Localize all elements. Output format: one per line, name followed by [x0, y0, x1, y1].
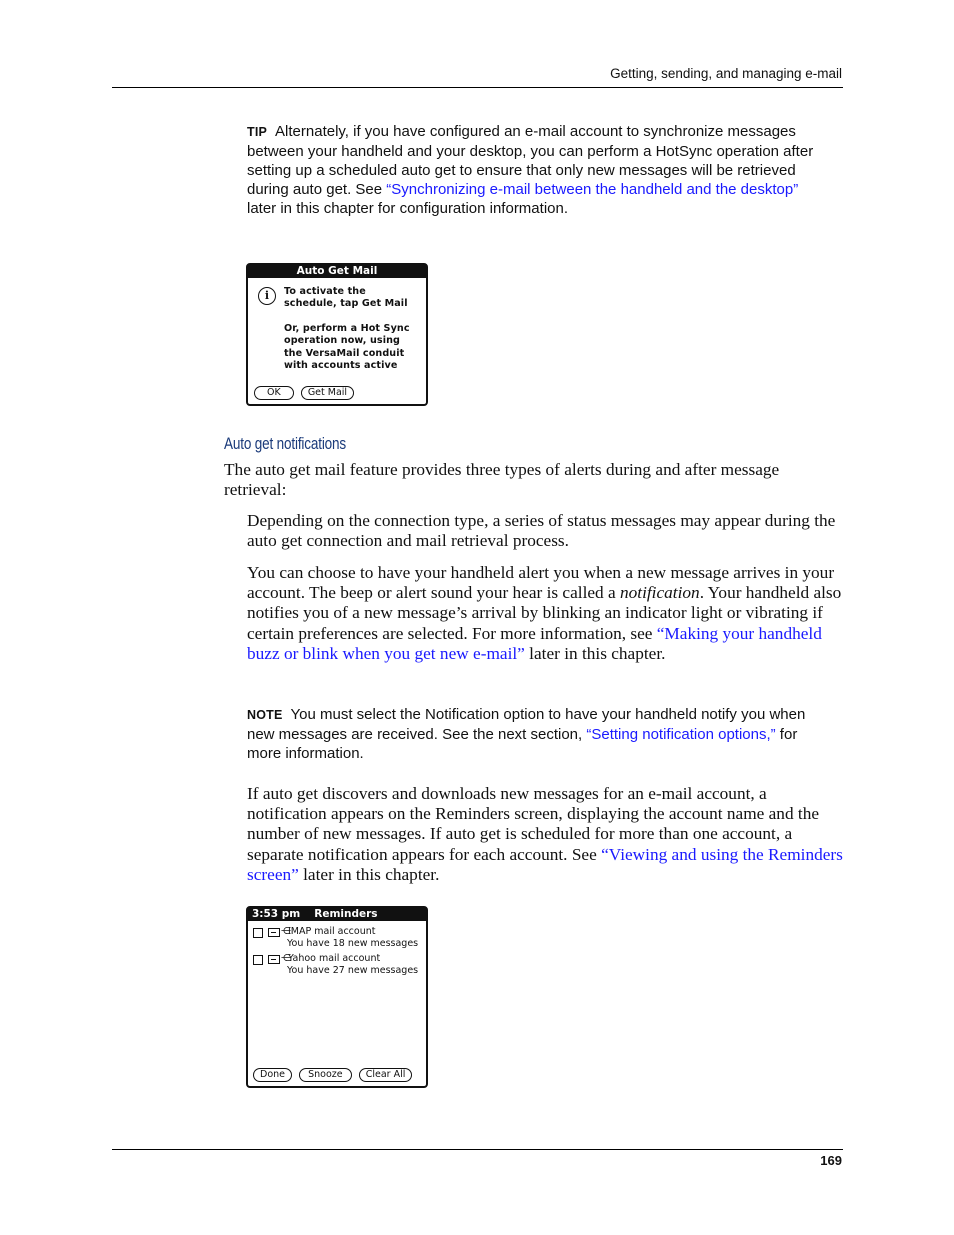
status-messages-paragraph: Depending on the connection type, a seri… — [247, 511, 836, 551]
snooze-button[interactable]: Snooze — [299, 1068, 352, 1082]
reminders-text-after: later in this chapter. — [298, 864, 440, 884]
tip-link-synchronizing[interactable]: “Synchronizing e-mail between the handhe… — [386, 181, 798, 198]
reminder-message-count: You have 18 new messages — [287, 938, 419, 949]
mail-icon — [268, 928, 280, 937]
notification-text-after: later in this chapter. — [524, 643, 666, 663]
get-mail-button[interactable]: Get Mail — [300, 386, 355, 400]
section-heading: Auto get notifications — [224, 435, 347, 453]
reminder-item: ⋲ IMAP mail account You have 18 new mess… — [248, 925, 426, 952]
reminders-title: Reminders — [314, 908, 378, 920]
reminder-checkbox[interactable] — [253, 928, 263, 938]
done-button[interactable]: Done — [253, 1068, 292, 1082]
reminders-screen-screenshot: 3:53 pm Reminders ⋲ IMAP mail account You… — [246, 906, 428, 1088]
reminder-item: ⋲ Yahoo mail account You have 27 new mes… — [248, 952, 426, 979]
dialog-title: Auto Get Mail — [248, 265, 426, 278]
note-label: NOTE — [247, 708, 283, 722]
clear-all-button[interactable]: Clear All — [358, 1068, 413, 1082]
reminders-paragraph: If auto get discovers and downloads new … — [247, 784, 847, 885]
running-header: Getting, sending, and managing e-mail — [610, 66, 842, 81]
tip-label: TIP — [247, 125, 268, 139]
mail-icon — [268, 955, 280, 964]
reminders-time: 3:53 pm — [252, 908, 301, 920]
page-number: 169 — [820, 1153, 842, 1168]
tip-text-after: later in this chapter for configuration … — [247, 200, 568, 217]
header-rule — [112, 87, 843, 88]
footer-rule — [112, 1149, 843, 1150]
reminders-titlebar: 3:53 pm Reminders — [248, 908, 426, 921]
dialog-message-2: Or, perform a Hot Sync operation now, us… — [284, 322, 410, 372]
link-setting-notification-options[interactable]: “Setting notification options,” — [586, 726, 775, 743]
notification-term: notification — [620, 583, 700, 603]
notification-paragraph: You can choose to have your handheld ale… — [247, 563, 847, 664]
auto-get-mail-dialog-screenshot: Auto Get Mail i To activate the schedule… — [246, 263, 428, 406]
reminder-message-count: You have 27 new messages — [287, 965, 419, 976]
ok-button[interactable]: OK — [254, 386, 294, 400]
dialog-message-1: To activate the schedule, tap Get Mail — [284, 286, 408, 310]
tip-block: TIP Alternately, if you have configured a… — [247, 122, 827, 218]
reminder-checkbox[interactable] — [253, 955, 263, 965]
note-block: NOTE You must select the Notification opt… — [247, 705, 827, 763]
intro-paragraph: The auto get mail feature provides three… — [224, 460, 780, 500]
